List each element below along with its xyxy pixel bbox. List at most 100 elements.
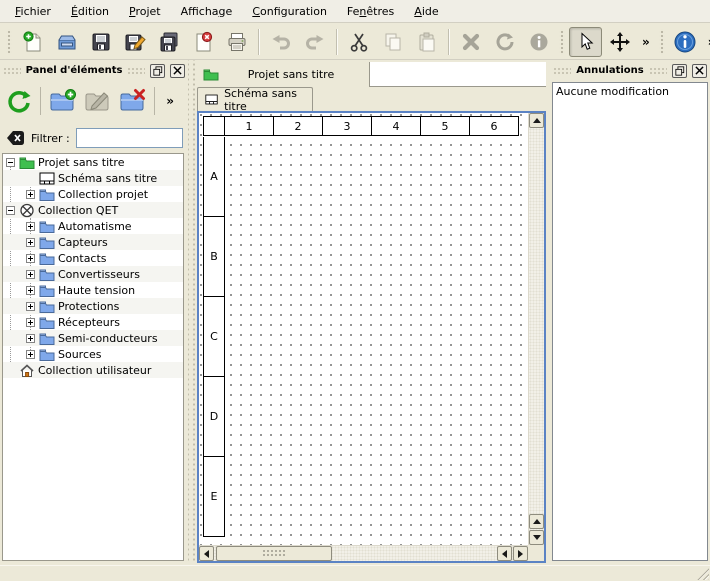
- scroll-down-button[interactable]: [529, 530, 544, 545]
- tree-item-protections[interactable]: Protections: [3, 298, 183, 314]
- folder-icon: [39, 299, 55, 314]
- tree-item-label: Collection QET: [38, 204, 118, 217]
- tree-item-collection-utilisateur[interactable]: Collection utilisateur: [3, 362, 183, 378]
- collapse-expander[interactable]: [6, 158, 15, 167]
- save-all-button[interactable]: [152, 27, 185, 57]
- expand-expander[interactable]: [26, 302, 35, 311]
- project-folder-icon: [203, 68, 219, 81]
- tree-item-project[interactable]: Projet sans titre: [3, 154, 183, 170]
- panel-toolbar-overflow-chevron[interactable]: »: [161, 94, 179, 108]
- toolbar-overflow-chevron[interactable]: »: [703, 35, 710, 49]
- expand-expander[interactable]: [26, 286, 35, 295]
- folder-icon: [39, 251, 55, 266]
- expand-expander[interactable]: [26, 318, 35, 327]
- tree-item-sources[interactable]: Sources: [3, 346, 183, 362]
- schema-column-label: 2: [273, 116, 323, 136]
- rotate-button[interactable]: [488, 27, 521, 57]
- tree-item-label: Convertisseurs: [58, 268, 140, 281]
- collapse-expander[interactable]: [6, 206, 15, 215]
- close-file-button[interactable]: [186, 27, 219, 57]
- new-file-button[interactable]: [16, 27, 49, 57]
- edit-element-button[interactable]: [82, 85, 113, 117]
- undo-history-list[interactable]: Aucune modification: [552, 82, 708, 561]
- scroll-up-button[interactable]: [529, 113, 544, 128]
- elements-panel-titlebar[interactable]: Panel d'éléments: [3, 62, 185, 79]
- tree-item-contacts[interactable]: Contacts: [3, 250, 183, 266]
- open-button[interactable]: [50, 27, 83, 57]
- redo-button[interactable]: [298, 27, 331, 57]
- delete-element-button[interactable]: [117, 85, 148, 117]
- tree-item-haute-tension[interactable]: Haute tension: [3, 282, 183, 298]
- tree-item-automatisme[interactable]: Automatisme: [3, 218, 183, 234]
- expand-expander[interactable]: [26, 334, 35, 343]
- scroll-up-button[interactable]: [529, 514, 544, 529]
- expand-expander[interactable]: [26, 190, 35, 199]
- filter-input[interactable]: [76, 128, 183, 148]
- menu-aide[interactable]: Aide: [404, 1, 448, 22]
- expand-expander[interactable]: [26, 350, 35, 359]
- undo-panel-titlebar[interactable]: Annulations: [553, 62, 707, 79]
- delete-button[interactable]: [454, 27, 487, 57]
- dock-close-button[interactable]: [692, 64, 707, 78]
- project-tab[interactable]: Projet sans titre: [197, 62, 370, 87]
- toolbar-drag-handle[interactable]: [559, 29, 565, 55]
- menu-affichage[interactable]: Affichage: [171, 1, 243, 22]
- save-as-icon: [124, 31, 146, 53]
- scroll-right-button[interactable]: [513, 546, 528, 561]
- schema-view[interactable]: 1 2 3 4 5 6 A B C D E: [197, 111, 546, 563]
- new-element-button[interactable]: [47, 85, 78, 117]
- schema-tab[interactable]: Schéma sans titre: [197, 87, 313, 111]
- dock-title-texture: [3, 67, 21, 75]
- undo-history-item[interactable]: Aucune modification: [556, 85, 704, 100]
- selection-mode-button[interactable]: [569, 27, 602, 57]
- delete-icon: [460, 31, 482, 53]
- resize-grip[interactable]: [696, 567, 709, 580]
- toolbar-drag-handle[interactable]: [6, 29, 12, 55]
- folder-icon: [39, 331, 55, 346]
- scroll-left-button[interactable]: [199, 546, 214, 561]
- dock-close-button[interactable]: [170, 64, 185, 78]
- cut-button[interactable]: [342, 27, 375, 57]
- schema-tab-label: Schéma sans titre: [224, 87, 305, 113]
- horizontal-scrollbar[interactable]: [199, 545, 528, 561]
- undo-button[interactable]: [264, 27, 297, 57]
- paste-button[interactable]: [410, 27, 443, 57]
- dock-float-button[interactable]: [150, 64, 165, 78]
- menu-fichier[interactable]: Fichier: [5, 1, 61, 22]
- tree-item-convertisseurs[interactable]: Convertisseurs: [3, 266, 183, 282]
- clear-filter-icon[interactable]: [6, 130, 25, 146]
- object-info-button[interactable]: [522, 27, 555, 57]
- toolbar-drag-handle[interactable]: [659, 29, 665, 55]
- tree-item-recepteurs[interactable]: Récepteurs: [3, 314, 183, 330]
- menu-configuration[interactable]: Configuration: [242, 1, 337, 22]
- menu-projet[interactable]: Projet: [119, 1, 171, 22]
- expand-expander[interactable]: [26, 238, 35, 247]
- move-mode-button[interactable]: [603, 27, 636, 57]
- about-info-button[interactable]: [669, 27, 702, 57]
- tree-item-semi-conducteurs[interactable]: Semi-conducteurs: [3, 330, 183, 346]
- tree-item-collection-qet[interactable]: Collection QET: [3, 202, 183, 218]
- copy-button[interactable]: [376, 27, 409, 57]
- save-as-button[interactable]: [118, 27, 151, 57]
- vertical-scrollbar[interactable]: [528, 113, 544, 545]
- scroll-left-button[interactable]: [497, 546, 512, 561]
- menu-fenetres[interactable]: Fenêtres: [337, 1, 404, 22]
- print-button[interactable]: [220, 27, 253, 57]
- tree-item-collection-projet[interactable]: Collection projet: [3, 186, 183, 202]
- new-file-icon: [22, 31, 44, 53]
- toolbar-overflow-chevron[interactable]: »: [637, 35, 655, 49]
- tree-item-capteurs[interactable]: Capteurs: [3, 234, 183, 250]
- tree-item-label: Schéma sans titre: [58, 172, 157, 185]
- save-button[interactable]: [84, 27, 117, 57]
- tree-item-schema[interactable]: Schéma sans titre: [3, 170, 183, 186]
- expand-expander[interactable]: [26, 222, 35, 231]
- dock-splitter-handle[interactable]: [188, 60, 197, 563]
- schema-canvas[interactable]: 1 2 3 4 5 6 A B C D E: [199, 113, 528, 545]
- schema-icon: [205, 93, 218, 106]
- menu-edition[interactable]: Édition: [61, 1, 119, 22]
- dock-float-button[interactable]: [672, 64, 687, 78]
- expand-expander[interactable]: [26, 270, 35, 279]
- expand-expander[interactable]: [26, 254, 35, 263]
- scrollbar-thumb[interactable]: [216, 546, 332, 561]
- reload-collections-button[interactable]: [3, 85, 34, 117]
